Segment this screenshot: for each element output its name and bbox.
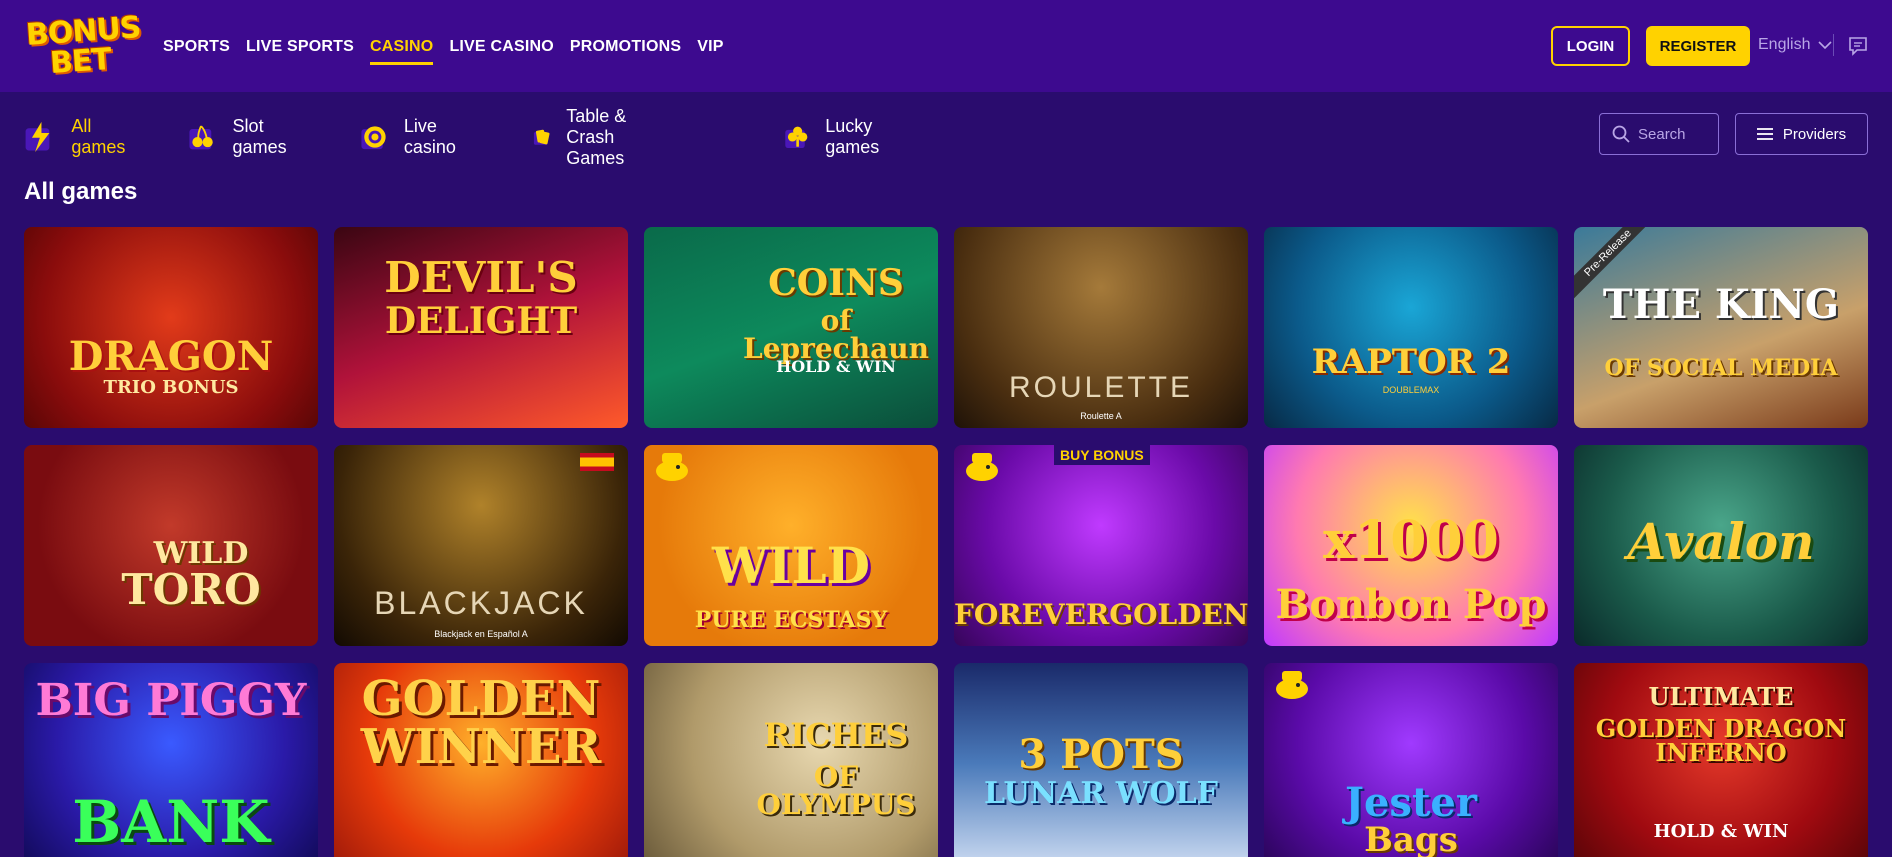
game-subtitle: LUNAR WOLF <box>984 776 1218 811</box>
category-all-games[interactable]: All games <box>24 112 134 162</box>
game-subtitle: Bonbon Pop <box>1275 581 1547 628</box>
game-title: RICHES <box>763 716 909 754</box>
game-subtitle: OF SOCIAL MEDIA <box>1604 355 1838 381</box>
clover-icon <box>785 126 808 149</box>
category-label: Slot games <box>232 116 287 157</box>
game-title: Jester <box>1345 779 1477 826</box>
game-title: DRAGON <box>68 333 274 380</box>
category-table-crash[interactable]: Table & Crash Games <box>533 106 647 168</box>
bonusbet-logo[interactable]: BONUS BET <box>24 10 144 82</box>
game-tile[interactable]: 3 POTS LUNAR WOLF <box>954 663 1248 857</box>
register-button[interactable]: REGISTER <box>1646 26 1750 66</box>
nav-casino[interactable]: CASINO <box>370 38 434 65</box>
game-tile[interactable]: RICHES OF OLYMPUS <box>644 663 938 857</box>
game-title: 3 POTS <box>1018 731 1184 778</box>
game-title: DEVIL'S <box>384 253 578 302</box>
top-header: BONUS BET SPORTS LIVE SPORTS CASINO LIVE… <box>0 0 1892 92</box>
category-label: All games <box>71 116 126 157</box>
game-tile[interactable]: BUY BONUS FOREVERGOLDEN <box>954 445 1248 646</box>
game-title: GOLDEN <box>361 671 601 727</box>
category-label: Table & Crash Games <box>566 105 627 168</box>
game-subtitle: DELIGHT <box>384 300 578 342</box>
nav-promotions[interactable]: PROMOTIONS <box>570 38 681 65</box>
category-slot-games[interactable]: Slot games <box>188 112 298 162</box>
game-subtitle: of Leprechaun <box>743 304 929 365</box>
game-title: x1000 <box>1323 510 1499 571</box>
casino-chip-icon <box>361 126 386 150</box>
nav-live-sports[interactable]: LIVE SPORTS <box>246 38 354 65</box>
game-tile[interactable]: Avalon <box>1574 445 1868 646</box>
spain-flag-icon <box>580 453 614 471</box>
nav-live-casino[interactable]: LIVE CASINO <box>449 38 553 65</box>
duck-badge-icon <box>1276 671 1308 699</box>
game-subtitle: TORO <box>121 565 261 614</box>
game-tile[interactable]: GOLDEN WINNER <box>334 663 628 857</box>
section-title: All games <box>24 178 138 205</box>
game-tile[interactable]: DEVIL'S DELIGHT <box>334 227 628 428</box>
nav-sports[interactable]: SPORTS <box>163 38 230 65</box>
game-title: WILD <box>711 536 871 595</box>
game-tile[interactable]: ULTIMATE GOLDEN DRAGON INFERNO HOLD & WI… <box>1574 663 1868 857</box>
game-subtitle: GOLDEN DRAGON INFERNO <box>1595 714 1847 767</box>
lightning-icon <box>25 121 50 153</box>
login-button[interactable]: LOGIN <box>1551 26 1630 66</box>
duck-badge-icon <box>966 453 998 481</box>
game-tile[interactable]: RAPTOR 2 DOUBLEMAX <box>1264 227 1558 428</box>
search-input[interactable] <box>1638 125 1718 143</box>
providers-label: Providers <box>1782 125 1847 143</box>
cards-icon <box>533 129 550 145</box>
game-title: BLACKJACK <box>374 585 588 621</box>
game-caption: Roulette A <box>1080 411 1122 421</box>
category-live-casino[interactable]: Live casino <box>360 112 468 162</box>
game-subtitle: BANK <box>72 788 270 856</box>
game-tile[interactable]: BIG PIGGY BANK <box>24 663 318 857</box>
language-label: English <box>1758 36 1811 53</box>
game-title: RAPTOR 2 <box>1311 342 1511 382</box>
menu-icon <box>1756 128 1773 140</box>
game-tag: HOLD & WIN <box>1653 821 1789 842</box>
game-subtitle: PURE ECSTASY <box>694 607 888 633</box>
game-subtitle: Bags <box>1364 820 1458 857</box>
game-title: ULTIMATE <box>1648 682 1794 711</box>
category-label: Live casino <box>403 116 456 157</box>
game-subtitle: TRIO BONUS <box>103 377 239 398</box>
chat-icon[interactable] <box>1848 36 1868 56</box>
logo-word-2: BET <box>48 41 112 82</box>
game-title: THE KING <box>1602 281 1840 328</box>
game-title: ROULETTE <box>1008 371 1194 404</box>
game-subtitle: OF OLYMPUS <box>756 760 916 821</box>
main-nav: SPORTS LIVE SPORTS CASINO LIVE CASINO PR… <box>163 38 740 65</box>
game-tile[interactable]: WILD TORO <box>24 445 318 646</box>
buy-bonus-badge: BUY BONUS <box>1054 445 1150 465</box>
cherry-icon <box>189 125 213 150</box>
chevron-down-icon <box>1818 41 1833 50</box>
game-tile[interactable]: COINS of Leprechaun HOLD & WIN <box>644 227 938 428</box>
game-tile[interactable]: WILD PURE ECSTASY <box>644 445 938 646</box>
providers-button[interactable]: Providers <box>1735 113 1868 155</box>
game-tile[interactable]: ROULETTE Roulette A <box>954 227 1248 428</box>
game-title: Avalon <box>1627 512 1815 571</box>
header-divider <box>1833 34 1834 56</box>
search-box[interactable] <box>1599 113 1719 155</box>
language-selector[interactable]: English <box>1758 36 1833 54</box>
category-label: Lucky games <box>825 116 880 157</box>
game-tile[interactable]: BLACKJACK Blackjack en Español A <box>334 445 628 646</box>
game-tag: HOLD & WIN <box>776 357 896 376</box>
nav-vip[interactable]: VIP <box>697 38 723 65</box>
game-title: FOREVERGOLDEN <box>954 598 1248 631</box>
game-title: COINS <box>768 262 904 304</box>
duck-badge-icon <box>656 453 688 481</box>
game-tile[interactable]: Jester Bags <box>1264 663 1558 857</box>
game-tile[interactable]: Pre-Release THE KING OF SOCIAL MEDIA <box>1574 227 1868 428</box>
game-tile[interactable]: x1000 Bonbon Pop <box>1264 445 1558 646</box>
game-tile[interactable]: DRAGON TRIO BONUS <box>24 227 318 428</box>
game-title: BIG PIGGY <box>35 675 307 726</box>
game-subtitle: DOUBLEMAX <box>1382 385 1440 395</box>
game-caption: Blackjack en Español A <box>434 629 528 639</box>
game-subtitle: WINNER <box>360 719 602 775</box>
search-icon <box>1612 125 1630 143</box>
category-lucky-games[interactable]: Lucky games <box>784 112 894 162</box>
